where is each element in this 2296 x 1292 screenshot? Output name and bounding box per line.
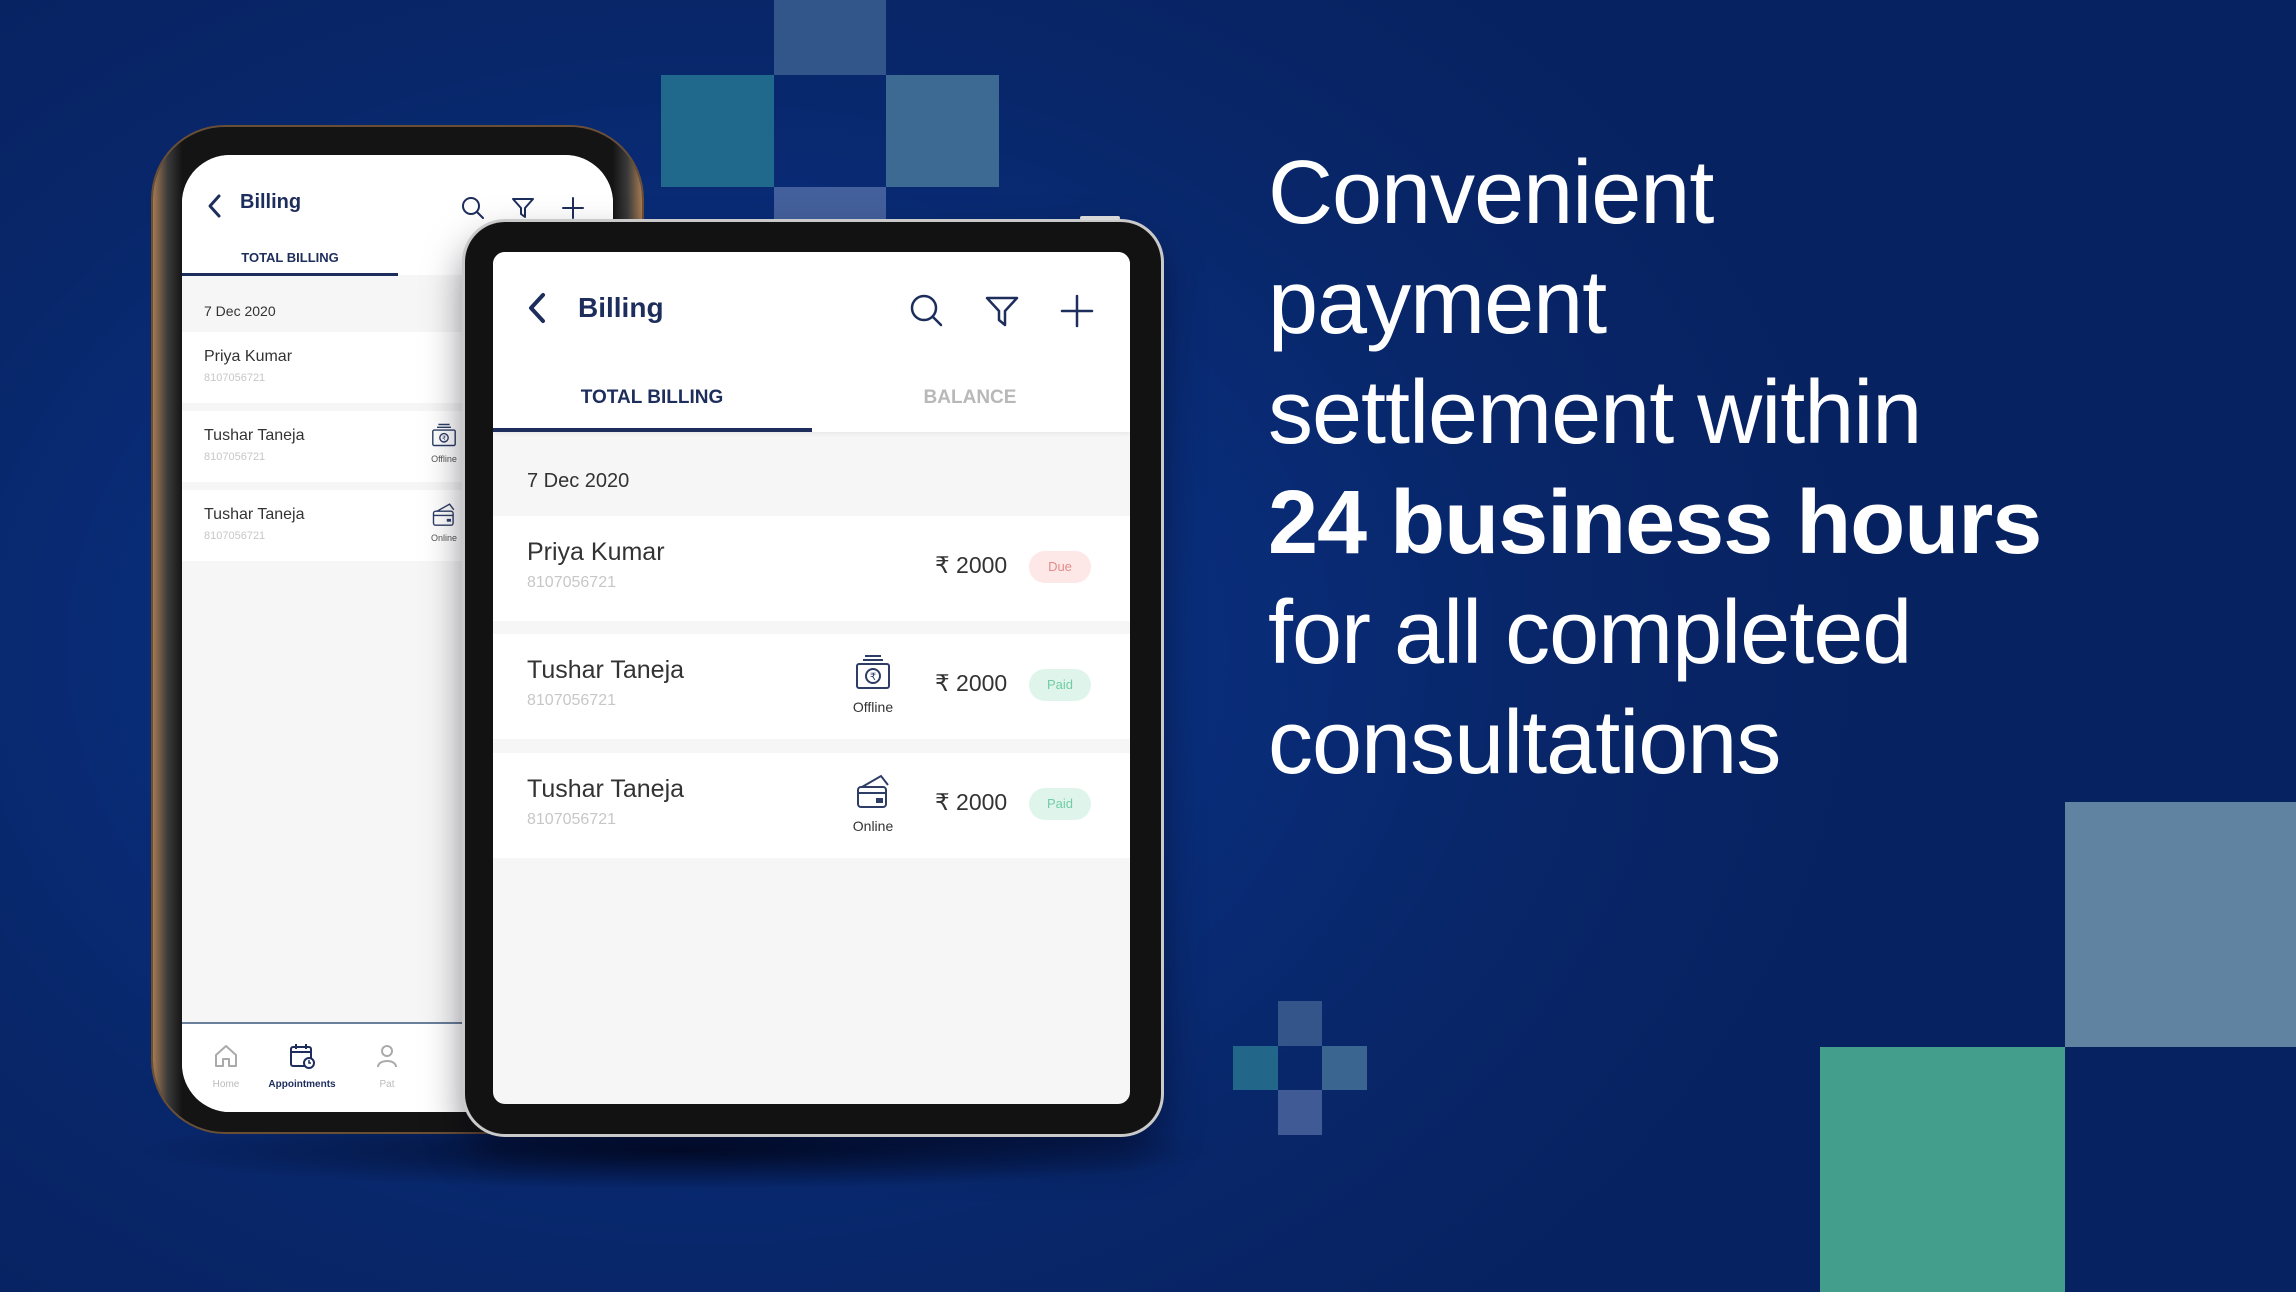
decor-square [1322,1046,1367,1090]
search-icon[interactable] [908,292,946,330]
tab-total-billing[interactable]: TOTAL BILLING [182,250,398,265]
svg-text:₹: ₹ [870,672,876,683]
search-icon[interactable] [460,195,486,221]
patient-phone: 8107056721 [204,451,266,463]
patient-phone: 8107056721 [527,692,616,709]
status-badge: Paid [1029,788,1091,820]
headline-line: for all completed [1268,583,1912,683]
filter-icon[interactable] [983,292,1021,330]
decor-square [661,75,774,187]
card-icon [432,503,455,526]
patient-name: Tushar Taneja [204,427,305,444]
patient-phone: 8107056721 [527,574,616,591]
patient-phone: 8107056721 [204,372,266,384]
headline-line: settlement within [1268,363,1922,463]
payment-mode-label: Online [430,533,457,543]
page-title: Billing [578,292,664,323]
date-header: 7 Dec 2020 [527,470,630,492]
patient-phone: 8107056721 [204,530,266,542]
decor-square [2065,802,2296,1047]
patient-name: Tushar Taneja [527,775,685,803]
chevron-left-icon[interactable] [523,290,553,326]
list-item[interactable]: Tushar Taneja 8107056721 Online ₹ 2000 P… [493,753,1130,858]
list-item[interactable]: Tushar Taneja 8107056721 ₹ Offline ₹ 200… [493,634,1130,739]
tablet-screen: Billing TOTAL BILLING BALANCE 7 Dec 2020… [493,252,1130,1104]
patient-phone: 8107056721 [527,811,616,828]
decor-square [886,75,999,187]
plus-icon[interactable] [1058,292,1096,330]
amount: ₹ 2000 [935,670,1008,696]
chevron-left-icon[interactable] [204,193,226,219]
amount: ₹ 2000 [935,789,1008,815]
headline: Convenient payment settlement within 24 … [1268,138,2268,798]
plus-icon[interactable] [560,195,586,221]
payment-mode-label: Offline [431,454,457,464]
svg-text:₹: ₹ [442,436,446,443]
tablet-button [1080,216,1120,220]
filter-icon[interactable] [510,195,536,221]
active-tab-indicator [493,428,812,432]
patient-name: Tushar Taneja [204,506,305,523]
headline-line: Convenient [1268,143,1714,243]
active-tab-indicator [182,273,398,276]
payment-mode: ₹ Offline [838,652,908,715]
patient-name: Priya Kumar [527,538,665,566]
page-title: Billing [240,191,302,213]
payment-mode: ₹ Offline [424,421,464,464]
decor-square [1278,1090,1322,1135]
payment-mode-label: Offline [852,699,894,715]
decor-square [1278,1001,1322,1046]
patient-name: Priya Kumar [204,348,293,365]
cash-icon: ₹ [856,655,890,689]
home-icon [215,1045,237,1067]
decor-square [1233,1046,1278,1090]
tablet-device: Billing TOTAL BILLING BALANCE 7 Dec 2020… [465,216,1161,1134]
date-header: 7 Dec 2020 [204,303,276,319]
card-icon [857,774,889,808]
headline-line: payment [1268,253,1607,353]
status-badge: Paid [1029,669,1091,701]
tab-balance[interactable]: BALANCE [811,387,1129,409]
tablet-header: Billing TOTAL BILLING BALANCE [493,252,1130,432]
payment-mode: Online [838,771,908,834]
list-item[interactable]: Priya Kumar 8107056721 ₹ 2000 Due [493,516,1130,621]
amount: ₹ 2000 [935,552,1008,578]
tab-total-billing[interactable]: TOTAL BILLING [493,387,811,409]
status-badge: Due [1029,551,1091,583]
cash-icon: ₹ [432,423,456,447]
decor-square [774,0,886,75]
headline-line: consultations [1268,693,1781,793]
patients-icon [377,1045,397,1068]
nav-item-patients[interactable]: Pat [337,1042,437,1090]
calendar-clock-icon [290,1044,315,1069]
headline-line-emphasis: 24 business hours [1268,473,2042,573]
patient-name: Tushar Taneja [527,656,685,684]
decor-square [1820,1047,2065,1292]
payment-mode-label: Online [852,818,894,834]
nav-label: Pat [379,1079,395,1090]
payment-mode: Online [424,500,464,543]
